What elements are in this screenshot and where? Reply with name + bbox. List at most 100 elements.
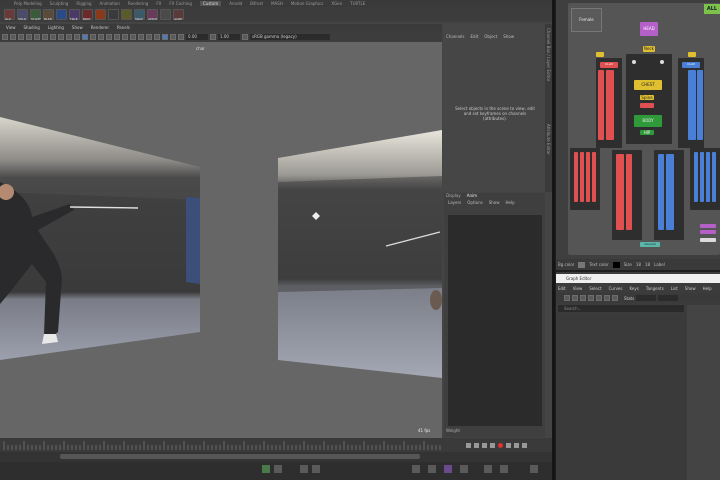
picker-clav-left-tag[interactable] (596, 52, 604, 57)
layer-list[interactable] (448, 215, 542, 426)
graph-menu-edit[interactable]: Edit (558, 286, 566, 291)
retime-icon[interactable] (596, 295, 602, 301)
shelf-tab-animation[interactable]: Animation (100, 1, 120, 6)
color-management-icon[interactable] (242, 33, 248, 40)
graph-editor-outliner[interactable] (556, 313, 686, 480)
picker-eye-right[interactable] (660, 60, 664, 64)
layer-menu-options[interactable]: Options (467, 200, 482, 205)
shelf-tab-xgen[interactable]: XGen (331, 1, 342, 6)
picker-extra-1[interactable] (700, 224, 716, 228)
picker-finger-r4[interactable] (712, 152, 716, 202)
picker-leg-right-ik[interactable] (658, 154, 664, 230)
shelf-tab-motion-graphics[interactable]: Motion Graphics (291, 1, 324, 6)
graph-menu-tangents[interactable]: Tangents (646, 286, 664, 291)
shelf-button-shld[interactable]: SHLD (17, 9, 28, 21)
lights-icon[interactable] (106, 33, 112, 40)
motion-blur-icon[interactable] (130, 33, 136, 40)
picker-body[interactable]: BODY (634, 115, 662, 127)
bg-color-swatch[interactable] (578, 261, 586, 268)
shelf-button-tool-4[interactable] (56, 9, 67, 20)
picker-arm-right-ik[interactable] (697, 70, 703, 140)
view-transform-select[interactable]: sRGB gamma (legacy) (250, 33, 330, 40)
ambient-occlusion-icon[interactable] (122, 33, 128, 40)
picker-chest[interactable]: CHEST (634, 80, 662, 90)
insert-key-icon[interactable] (572, 295, 578, 301)
shadows-icon[interactable] (114, 33, 120, 40)
picker-extra-3[interactable] (700, 238, 716, 242)
graph-editor-graph-view[interactable] (687, 305, 720, 480)
picker-finger-r1[interactable] (694, 152, 698, 202)
picker-clav-right[interactable]: CLAV (682, 62, 700, 68)
graph-menu-list[interactable]: List (671, 286, 678, 291)
shelf-tab-poly-modeling[interactable]: Poly Modeling (14, 1, 42, 6)
xray-active-icon[interactable] (170, 33, 176, 40)
graph-menu-keys[interactable]: Keys (629, 286, 638, 291)
picker-arm-left-fk[interactable] (606, 70, 614, 140)
picker-eye-left[interactable] (632, 60, 636, 64)
picker-head[interactable]: HEAD (640, 22, 658, 36)
viewport-menu-show[interactable]: Show (72, 25, 83, 30)
tab-channel-box-layer-editor[interactable]: Channel Box / Layer Editor (546, 28, 551, 81)
go-to-end-icon[interactable] (522, 443, 527, 448)
exposure-field[interactable]: 0.00 (186, 33, 208, 40)
graph-editor-search[interactable]: Search... (558, 305, 684, 312)
viewport-menu-lighting[interactable]: Lighting (48, 25, 64, 30)
shelf-button-blkd[interactable]: BLKD (43, 9, 54, 21)
picker-finger-r2[interactable] (700, 152, 704, 202)
channel-box-menu-object[interactable]: Object (484, 34, 497, 39)
step-forward-key-icon[interactable] (514, 443, 519, 448)
viewport-menu-panels[interactable]: Panels (117, 25, 130, 30)
channel-box-menu-edit[interactable]: Edit (471, 34, 479, 39)
tab-anim[interactable]: Anim (467, 193, 477, 198)
picker-finger-r3[interactable] (706, 152, 710, 202)
shelf-button-brkt[interactable]: BRKT (82, 9, 93, 21)
stats-value-field[interactable] (658, 295, 679, 301)
film-gate-icon[interactable] (42, 33, 48, 40)
textured-icon[interactable] (98, 33, 104, 40)
text-color-swatch[interactable] (612, 261, 620, 268)
play-forward-icon[interactable] (506, 443, 511, 448)
field-chart-icon[interactable] (66, 33, 72, 40)
frame-selection-icon[interactable] (612, 295, 618, 301)
shelf-tab-sculpting[interactable]: Sculpting (50, 1, 69, 6)
gamma-icon[interactable] (210, 33, 216, 40)
shelf-tab-bifrost[interactable]: Bifrost (250, 1, 263, 6)
anti-alias-icon[interactable] (138, 33, 144, 40)
smooth-shade-icon[interactable] (90, 33, 96, 40)
stats-time-field[interactable] (636, 295, 657, 301)
grid-icon[interactable] (34, 33, 40, 40)
layer-menu-layers[interactable]: Layers (448, 200, 461, 205)
shelf-button-frce[interactable]: FRCE (69, 9, 80, 21)
step-back-key-icon[interactable] (482, 443, 487, 448)
graph-menu-curves[interactable]: Curves (609, 286, 623, 291)
picker-root[interactable]: Ground (640, 242, 660, 247)
picker-finger-l1[interactable] (574, 152, 578, 202)
size-width-field[interactable]: 18 (636, 262, 641, 267)
shelf-tab-rendering[interactable]: Rendering (128, 1, 148, 6)
picker-leg-left-ik[interactable] (626, 154, 632, 230)
picker-tab-female[interactable]: Female (571, 8, 602, 32)
picker-finger-l4[interactable] (592, 152, 596, 202)
picker-clav-right-tag[interactable] (688, 52, 696, 57)
wireframe-icon[interactable] (82, 33, 88, 40)
channel-box-menu-channels[interactable]: Channels (446, 34, 465, 39)
picker-hip[interactable]: HIP (640, 130, 654, 135)
picker-spine-fk[interactable] (640, 103, 654, 108)
shelf-button-snap[interactable]: SNAP (134, 9, 145, 21)
graph-menu-help[interactable]: Help (703, 286, 712, 291)
shelf-button-stlmt[interactable]: STLMT (30, 9, 41, 21)
shelf-button-tool-7[interactable] (95, 9, 106, 20)
picker-leg-left-fk[interactable] (616, 154, 624, 230)
viewport-menu-view[interactable]: View (6, 25, 16, 30)
region-icon[interactable] (588, 295, 594, 301)
picker-leg-right-fk[interactable] (666, 154, 674, 230)
gate-mask-icon[interactable] (58, 33, 64, 40)
go-to-start-icon[interactable] (466, 443, 471, 448)
isolate-select-icon[interactable] (146, 33, 152, 40)
picker-neck[interactable]: Neck (643, 46, 655, 52)
record-icon[interactable] (498, 443, 503, 448)
layer-menu-help[interactable]: Help (505, 200, 514, 205)
frame-all-icon[interactable] (604, 295, 610, 301)
shelf-button-tool-9[interactable] (121, 9, 132, 20)
safe-action-icon[interactable] (74, 33, 80, 40)
